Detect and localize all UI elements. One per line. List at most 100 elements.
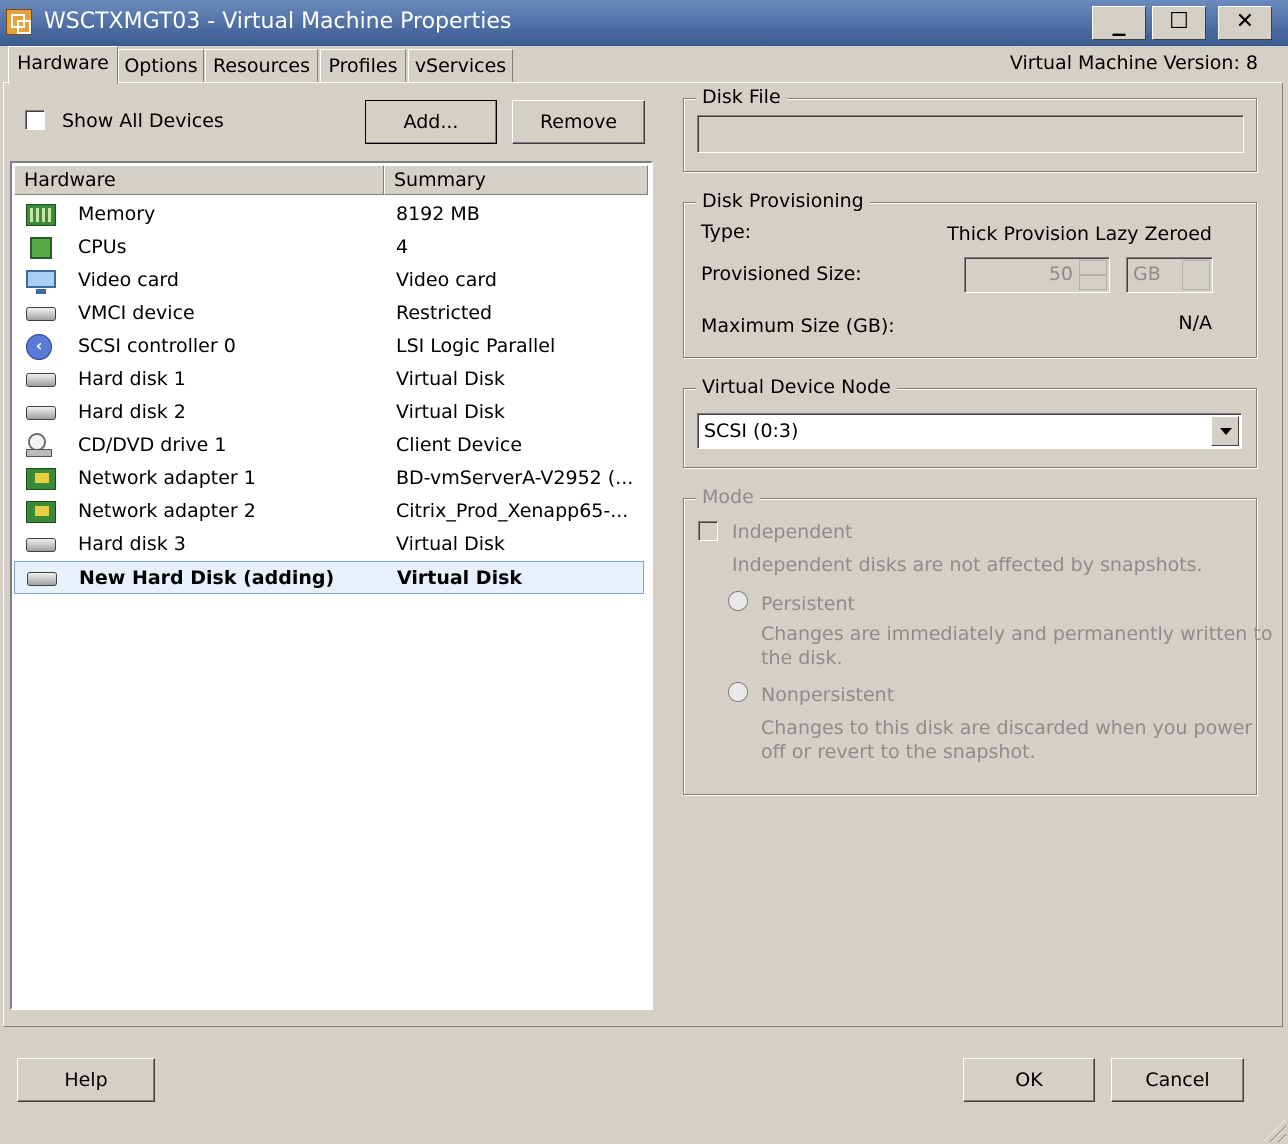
hardware-name: CPUs	[78, 236, 127, 258]
hardware-summary: Virtual Disk	[397, 567, 523, 589]
table-row-selected[interactable]: New Hard Disk (adding) Virtual Disk	[14, 561, 644, 594]
resize-grip-icon[interactable]	[1262, 1118, 1286, 1142]
network-adapter-icon	[26, 468, 56, 490]
add-device-button[interactable]: Add...	[365, 100, 497, 144]
maximum-size-value: N/A	[1178, 312, 1212, 334]
provisioned-size-value: 50	[1048, 263, 1073, 285]
persistent-radio	[728, 591, 748, 611]
table-row[interactable]: ‹ SCSI controller 0 LSI Logic Parallel	[14, 330, 644, 363]
hardware-summary: Restricted	[396, 302, 493, 324]
hardware-summary: Client Device	[396, 434, 523, 456]
size-unit-value: GB	[1133, 263, 1161, 285]
maximum-size-label: Maximum Size (GB):	[701, 315, 895, 337]
hardware-summary: Video card	[396, 269, 497, 291]
spinner-down-icon	[1079, 275, 1107, 290]
provisioned-size-spinner: 50	[964, 257, 1110, 293]
hardware-name: CD/DVD drive 1	[78, 434, 227, 456]
help-button[interactable]: Help	[17, 1058, 155, 1102]
hardware-summary: Virtual Disk	[396, 368, 505, 390]
nonpersistent-label: Nonpersistent	[761, 684, 895, 706]
device-icon	[26, 307, 56, 321]
hardware-name: Video card	[78, 269, 179, 291]
mode-legend: Mode	[696, 486, 760, 508]
hard-disk-icon	[27, 572, 57, 586]
cancel-button[interactable]: Cancel	[1111, 1058, 1244, 1102]
hard-disk-icon	[26, 538, 56, 552]
monitor-icon	[26, 270, 56, 294]
virtual-device-node-value: SCSI (0:3)	[704, 420, 799, 442]
show-all-devices-label: Show All Devices	[62, 110, 224, 132]
ok-button[interactable]: OK	[963, 1058, 1095, 1102]
hardware-name: Hard disk 1	[78, 368, 186, 390]
table-row[interactable]: Network adapter 1 BD-vmServerA-V2952 (..…	[14, 462, 644, 495]
disk-provisioning-legend: Disk Provisioning	[696, 190, 870, 212]
hardware-summary: 8192 MB	[396, 203, 480, 225]
remove-device-button[interactable]: Remove	[512, 100, 645, 144]
size-unit-select: GB	[1126, 257, 1213, 293]
maximize-button[interactable]: ☐	[1152, 6, 1206, 40]
hardware-name: Network adapter 2	[78, 500, 256, 522]
hardware-summary: Virtual Disk	[396, 401, 505, 423]
column-header-summary[interactable]: Summary	[384, 165, 648, 195]
memory-icon	[26, 204, 56, 226]
nonpersistent-description-line-2: off or revert to the snapshot.	[761, 741, 1036, 763]
table-row[interactable]: VMCI device Restricted	[14, 297, 644, 330]
nonpersistent-description-line-1: Changes to this disk are discarded when …	[761, 717, 1253, 739]
spinner-up-icon	[1079, 260, 1107, 275]
type-label: Type:	[701, 221, 752, 243]
table-row[interactable]: CD/DVD drive 1 Client Device	[14, 429, 644, 462]
independent-checkbox	[698, 521, 718, 541]
table-row[interactable]: Hard disk 2 Virtual Disk	[14, 396, 644, 429]
close-button[interactable]: ✕	[1218, 6, 1272, 40]
hardware-name: Memory	[78, 203, 156, 225]
table-row[interactable]: Video card Video card	[14, 264, 644, 297]
tab-hardware[interactable]: Hardware	[8, 46, 118, 84]
window-title: WSCTXMGT03 - Virtual Machine Properties	[44, 9, 512, 34]
hardware-name: SCSI controller 0	[78, 335, 236, 357]
table-row[interactable]: Network adapter 2 Citrix_Prod_Xenapp65-.…	[14, 495, 644, 528]
table-row[interactable]: Hard disk 3 Virtual Disk	[14, 528, 644, 561]
independent-label: Independent	[732, 521, 853, 543]
chevron-down-icon[interactable]	[1211, 416, 1239, 446]
virtual-device-node-select[interactable]: SCSI (0:3)	[697, 413, 1242, 449]
table-row[interactable]: CPUs 4	[14, 231, 644, 264]
persistent-label: Persistent	[761, 593, 855, 615]
hardware-name: VMCI device	[78, 302, 195, 324]
column-header-hardware[interactable]: Hardware	[14, 165, 384, 195]
persistent-description-line-2: the disk.	[761, 647, 843, 669]
table-row[interactable]: Hard disk 1 Virtual Disk	[14, 363, 644, 396]
hardware-summary: Virtual Disk	[396, 533, 505, 555]
scsi-controller-icon: ‹	[26, 334, 52, 360]
hardware-name: Network adapter 1	[78, 467, 256, 489]
vsphere-app-icon	[6, 9, 32, 35]
tab-resources[interactable]: Resources	[205, 49, 318, 82]
hard-disk-icon	[26, 406, 56, 420]
hardware-summary: Citrix_Prod_Xenapp65-...	[396, 500, 629, 522]
chevron-down-icon	[1182, 260, 1210, 290]
table-row[interactable]: Memory 8192 MB	[14, 198, 644, 231]
disk-file-legend: Disk File	[696, 86, 787, 108]
persistent-description-line-1: Changes are immediately and permanently …	[761, 623, 1273, 645]
disk-file-field	[697, 115, 1244, 153]
cpu-icon	[30, 237, 52, 259]
hard-disk-icon	[26, 373, 56, 387]
vm-version-label: Virtual Machine Version: 8	[1009, 52, 1258, 74]
virtual-device-node-legend: Virtual Device Node	[696, 376, 897, 398]
hardware-name: Hard disk 2	[78, 401, 186, 423]
nonpersistent-radio	[728, 682, 748, 702]
independent-description: Independent disks are not affected by sn…	[732, 554, 1203, 576]
hardware-name: Hard disk 3	[78, 533, 186, 555]
hardware-name: New Hard Disk (adding)	[79, 567, 335, 589]
show-all-devices-checkbox[interactable]	[25, 110, 45, 130]
hardware-list[interactable]: Hardware Summary Memory 8192 MB CPUs 4 V…	[10, 161, 653, 1010]
type-value: Thick Provision Lazy Zeroed	[947, 223, 1212, 245]
network-adapter-icon	[26, 501, 56, 523]
minimize-button[interactable]: _	[1092, 6, 1146, 40]
tab-options[interactable]: Options	[118, 49, 204, 82]
tab-vservices[interactable]: vServices	[408, 49, 513, 82]
tab-profiles[interactable]: Profiles	[320, 49, 406, 82]
title-bar[interactable]: WSCTXMGT03 - Virtual Machine Properties …	[0, 0, 1288, 46]
hardware-summary: BD-vmServerA-V2952 (...	[396, 467, 634, 489]
cd-dvd-icon	[26, 433, 52, 459]
hardware-summary: LSI Logic Parallel	[396, 335, 556, 357]
